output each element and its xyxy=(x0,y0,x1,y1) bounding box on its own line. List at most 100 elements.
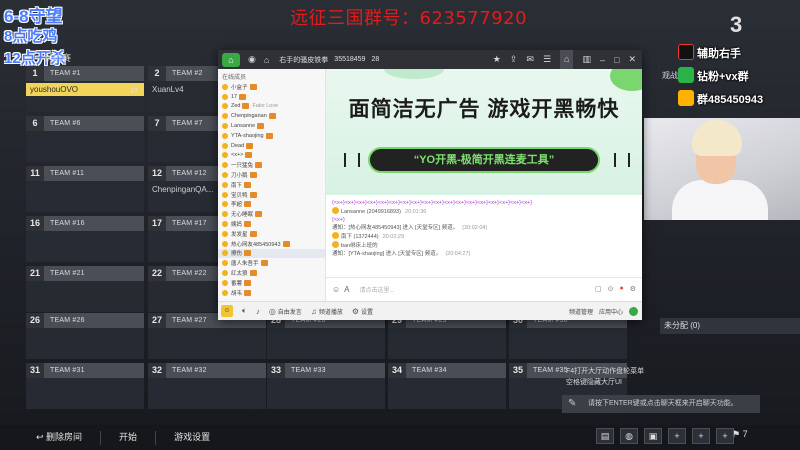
swap-icon[interactable]: ⇄ xyxy=(130,85,138,96)
message-text: {<x+}<x+}<x+}<x+}<x+}<x+}<x+}<x+}<x+}<x+… xyxy=(332,200,533,206)
team-number: 17 xyxy=(148,216,166,231)
member-row[interactable]: 姨妈 xyxy=(218,219,325,229)
speaker-button[interactable]: 🔈︎ xyxy=(242,306,247,316)
team-member[interactable] xyxy=(26,330,144,343)
member-row[interactable]: Chenpinganan xyxy=(218,111,325,121)
team-member[interactable]: youshouOVO xyxy=(26,83,144,96)
member-row[interactable]: 宝贝鸭 xyxy=(218,190,325,200)
member-row[interactable]: 擦伤 xyxy=(218,248,325,259)
location-icon[interactable]: ◉ xyxy=(248,54,256,65)
member-row[interactable]: Lansanne xyxy=(218,121,325,131)
ad-line-2: 钻粉+vx群 xyxy=(678,67,763,90)
member-row[interactable]: 无心睡眠 xyxy=(218,209,325,219)
member-name: 无心睡眠 xyxy=(231,212,254,219)
menu-icon[interactable]: ☰ xyxy=(543,54,551,65)
team-member[interactable] xyxy=(267,380,385,393)
minimize-icon[interactable]: – xyxy=(600,55,605,65)
member-row[interactable]: 刀小鹅 xyxy=(218,170,325,180)
team-number: 22 xyxy=(148,266,166,281)
member-row[interactable]: Dead xyxy=(218,141,325,151)
team-slot[interactable]: 32 TEAM #32 xyxy=(148,363,266,409)
member-row[interactable]: 唐人朱吾手 xyxy=(218,258,325,268)
user-status-icon xyxy=(222,172,228,179)
chat-message: Lansanne (2049916893) 20:01:36 xyxy=(332,207,636,216)
team-member[interactable] xyxy=(26,133,144,146)
member-row[interactable]: 热心网友485450943 xyxy=(218,239,325,249)
settings-icon[interactable]: ⚙ xyxy=(630,285,636,293)
team-member[interactable] xyxy=(26,380,144,393)
member-row[interactable]: YTA-shaojing xyxy=(218,131,325,141)
team-slot[interactable]: 26 TEAM #26 xyxy=(26,313,144,359)
share-icon[interactable]: ⇪ xyxy=(510,54,518,65)
team-member[interactable] xyxy=(388,380,506,393)
user-avatar[interactable]: ☺ xyxy=(221,305,233,317)
webcam-shirt xyxy=(672,180,768,220)
member-row[interactable]: Zed Fake Love xyxy=(218,102,325,112)
team-member[interactable] xyxy=(26,183,144,196)
member-row[interactable]: 南下 xyxy=(218,180,325,190)
channel-play-button[interactable]: ♫ 频道播放 xyxy=(311,307,343,316)
team-number: 31 xyxy=(26,363,44,378)
star-icon[interactable]: ★ xyxy=(493,54,501,65)
team-slot[interactable]: 1 TEAM #1 youshouOVO ⇄ xyxy=(26,66,144,112)
home-tab-icon[interactable]: ⌂ xyxy=(560,50,574,69)
member-row[interactable]: 番薯 xyxy=(218,278,325,288)
team-slot[interactable]: 21 TEAM #21 xyxy=(26,266,144,312)
team-slot[interactable]: 6 TEAM #6 xyxy=(26,116,144,162)
member-row[interactable]: 胡韦 xyxy=(218,288,325,298)
settings-button[interactable]: ⚙ 设置 xyxy=(352,307,373,316)
font-icon[interactable]: A xyxy=(344,285,349,294)
team-member[interactable] xyxy=(26,233,144,246)
chat-toggle-icon[interactable]: ▤ xyxy=(596,428,614,444)
game-settings-button[interactable]: 游戏设置 xyxy=(156,425,228,450)
member-row[interactable]: 发发星 xyxy=(218,229,325,239)
user-status-icon xyxy=(222,152,228,159)
team-member[interactable] xyxy=(148,330,266,343)
close-icon[interactable]: ✕ xyxy=(628,54,636,65)
home-icon[interactable]: ⌂ xyxy=(264,55,269,65)
team-slot[interactable]: 33 TEAM #33 xyxy=(267,363,385,409)
unassigned-list[interactable]: 未分配 (0) xyxy=(660,318,800,334)
add-slot-icon[interactable]: + xyxy=(668,428,686,444)
team-slot[interactable]: 16 TEAM #16 xyxy=(26,216,144,262)
globe-icon[interactable]: ◍ xyxy=(620,428,638,444)
gift-icon[interactable]: ✉ xyxy=(526,54,534,65)
member-row[interactable]: 一只猛兔 xyxy=(218,160,325,170)
member-row[interactable]: 小盒子 xyxy=(218,82,325,92)
chat-input-row[interactable]: ☺ A 请点击这里... ▢ ⊙ ● ⚙ xyxy=(326,277,642,301)
member-row[interactable]: 红太狼 xyxy=(218,268,325,278)
more-icon[interactable]: ⊙ xyxy=(608,285,614,293)
member-row[interactable]: 李超 xyxy=(218,200,325,210)
channel-manage-button[interactable]: 频道管理 xyxy=(569,307,593,316)
image-icon[interactable]: ▢ xyxy=(595,285,602,293)
banner-decoration xyxy=(610,69,642,91)
team-slot[interactable]: 31 TEAM #31 xyxy=(26,363,144,409)
mic-toggle-button[interactable]: ♪ xyxy=(256,307,260,316)
team-slot[interactable]: 11 TEAM #11 xyxy=(26,166,144,212)
start-button[interactable]: 开始 xyxy=(101,425,155,450)
app-logo-icon: ⌂ xyxy=(222,52,240,67)
team-member[interactable] xyxy=(267,330,385,343)
team-member[interactable] xyxy=(26,283,144,296)
mic-icon[interactable]: ● xyxy=(619,285,623,293)
emoji-icon[interactable]: ☺ xyxy=(332,285,340,294)
member-name: 宝贝鸭 xyxy=(231,192,248,199)
chat-messages: {<x+}<x+}<x+}<x+}<x+}<x+}<x+}<x+}<x+}<x+… xyxy=(326,195,642,277)
member-row[interactable]: 17 xyxy=(218,92,325,102)
lobby-chat-input[interactable]: ✎ 请按下ENTER键或点击聊天框来开启聊天功能。 xyxy=(562,395,760,413)
app-center-button[interactable]: 应用中心 xyxy=(599,307,623,316)
vip-badge-icon xyxy=(239,93,247,100)
free-speak-button[interactable]: ◎ 自由发言 xyxy=(269,307,302,316)
team-member[interactable] xyxy=(148,380,266,393)
message-text: 通知：[热心网友485450943] 进入 [天堂专区] 频道。 xyxy=(332,225,459,231)
skin-icon[interactable]: ▥ xyxy=(582,54,591,65)
maximize-icon[interactable]: □ xyxy=(614,55,619,65)
avatar-slot[interactable]: ▣ xyxy=(644,428,662,444)
team-member[interactable] xyxy=(388,330,506,343)
team-slot[interactable]: 34 TEAM #34 xyxy=(388,363,506,409)
add-slot-icon[interactable]: + xyxy=(692,428,710,444)
delete-room-button[interactable]: ↩ 删除房间 xyxy=(0,425,100,450)
member-row[interactable]: <x+> xyxy=(218,151,325,161)
ad-banner[interactable]: 面简洁无广告 游戏开黑畅快 “YO开黑-极简开黑连麦工具” xyxy=(326,69,642,195)
team-member[interactable] xyxy=(509,330,627,343)
